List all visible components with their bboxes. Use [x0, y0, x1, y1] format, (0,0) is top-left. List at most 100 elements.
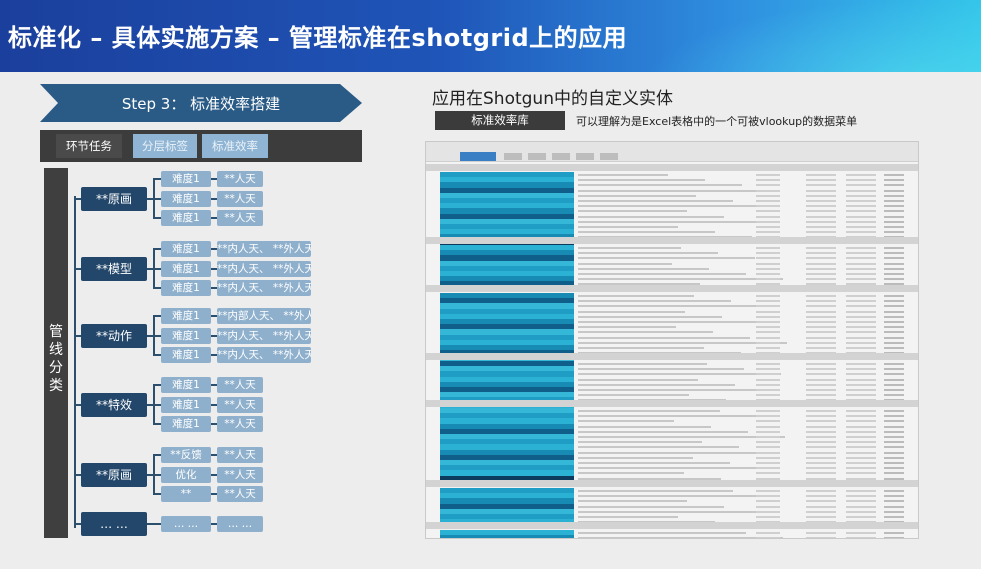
cell-col2 — [756, 368, 780, 371]
cell-col4 — [846, 341, 876, 344]
cell-col3 — [806, 368, 836, 371]
man-day-pill[interactable]: **人天 — [217, 486, 263, 502]
cell-col4 — [846, 189, 876, 192]
difficulty-pill[interactable]: 难度1 — [161, 416, 211, 432]
sheet-row[interactable] — [426, 535, 918, 538]
cell-col2 — [756, 273, 780, 275]
difficulty-pill[interactable]: **反馈 — [161, 447, 211, 463]
category-node[interactable]: **原画 — [81, 462, 147, 487]
sheet-chip[interactable] — [528, 153, 546, 160]
difficulty-pill[interactable]: 难度1 — [161, 377, 211, 393]
cell-col2 — [756, 262, 780, 265]
man-day-pill[interactable]: **内人天、 **外人天 — [217, 347, 311, 363]
man-day-pill[interactable]: **人天 — [217, 447, 263, 463]
sheet-chip[interactable] — [576, 153, 594, 160]
difficulty-pill[interactable]: 难度1 — [161, 347, 211, 363]
man-day-pill[interactable]: … … — [217, 516, 263, 532]
man-day-pill[interactable]: **人天 — [217, 416, 263, 432]
difficulty-pill[interactable]: 难度1 — [161, 260, 211, 277]
cell-col2 — [756, 378, 780, 381]
man-day-pill[interactable]: **人天 — [217, 396, 263, 413]
cell-col2 — [756, 331, 780, 334]
difficulty-pill[interactable]: 难度1 — [161, 190, 211, 207]
difficulty-pill[interactable]: 难度1 — [161, 327, 211, 344]
category-node[interactable]: **模型 — [81, 256, 147, 281]
cell-txt — [578, 368, 744, 371]
difficulty-pill[interactable]: 难度1 — [161, 280, 211, 296]
cell-col2 — [756, 189, 780, 192]
cell-col4 — [846, 500, 876, 503]
difficulty-pill[interactable]: 难度1 — [161, 396, 211, 413]
cell-txt — [578, 257, 755, 260]
tab-layer-tag[interactable]: 分层标签 — [133, 134, 197, 158]
tab-standard-efficiency[interactable]: 标准效率 — [202, 134, 268, 158]
cell-col4 — [846, 505, 876, 508]
cell-col3 — [806, 262, 836, 265]
cell-col3 — [806, 310, 836, 313]
category-node[interactable]: **原画 — [81, 186, 147, 211]
man-day-pill[interactable]: **内人天、 **外人天 — [217, 241, 311, 257]
sheet-chip[interactable] — [552, 153, 570, 160]
man-day-pill[interactable]: **内人天、 **外人天 — [217, 280, 311, 296]
cell-col5 — [884, 331, 904, 334]
cell-col2 — [756, 295, 780, 297]
cell-col3 — [806, 331, 836, 334]
cell-col5 — [884, 184, 904, 187]
step-label: Step 3： 标准效率搭建 — [121, 95, 281, 113]
category-node[interactable]: **特效 — [81, 392, 147, 417]
cell-col5 — [884, 383, 904, 386]
man-day-pill[interactable]: **人天 — [217, 466, 263, 483]
sheet-group-header — [426, 480, 918, 487]
cell-col2 — [756, 441, 780, 444]
cell-col3 — [806, 210, 836, 213]
cell-col4 — [846, 200, 876, 202]
category-node[interactable]: **动作 — [81, 323, 147, 348]
header-banner: 标准化 – 具体实施方案 – 管理标准在shotgrid上的应用 — [0, 0, 981, 72]
cell-col2 — [756, 252, 780, 255]
cell-col2 — [756, 516, 780, 518]
cell-col5 — [884, 267, 904, 270]
cell-col4 — [846, 532, 876, 534]
cell-col4 — [846, 179, 876, 182]
cell-txt — [578, 252, 718, 255]
sheet-chip[interactable] — [600, 153, 618, 160]
sheet-chip[interactable] — [504, 153, 522, 160]
cell-col3 — [806, 184, 836, 187]
tab-task[interactable]: 环节任务 — [56, 134, 122, 158]
cell-txt — [578, 420, 674, 423]
man-day-pill[interactable]: **人天 — [217, 377, 263, 393]
man-day-pill[interactable]: **内人天、 **外人天 — [217, 327, 311, 344]
difficulty-pill[interactable]: 难度1 — [161, 171, 211, 187]
shotgun-entity-sheet — [425, 141, 919, 539]
man-day-pill[interactable]: **人天 — [217, 210, 263, 226]
difficulty-pill[interactable]: 优化 — [161, 466, 211, 483]
cell-col5 — [884, 300, 904, 303]
man-day-pill[interactable]: **人天 — [217, 190, 263, 207]
difficulty-pill[interactable]: 难度1 — [161, 210, 211, 226]
man-day-pill[interactable]: **内人天、 **外人天 — [217, 260, 311, 277]
cell-col3 — [806, 441, 836, 444]
cell-col5 — [884, 252, 904, 255]
man-day-pill[interactable]: **人天 — [217, 171, 263, 187]
tree-connector — [74, 197, 81, 200]
difficulty-pill[interactable]: 难度1 — [161, 241, 211, 257]
cell-col4 — [846, 420, 876, 423]
cell-txt — [578, 410, 720, 412]
cell-col2 — [756, 310, 780, 313]
cell-col2 — [756, 472, 780, 475]
cell-col3 — [806, 410, 836, 412]
cell-col4 — [846, 262, 876, 265]
cell-col2 — [756, 257, 780, 260]
difficulty-pill[interactable]: ** — [161, 486, 211, 502]
man-day-pill[interactable]: **内部人天、 **外人天 — [217, 308, 311, 324]
leaf-connector — [153, 423, 161, 425]
category-node[interactable]: … … — [81, 512, 147, 536]
difficulty-pill[interactable]: 难度1 — [161, 308, 211, 324]
cell-col2 — [756, 210, 780, 213]
sheet-group-header — [426, 164, 918, 171]
cell-txt — [578, 532, 746, 534]
leaf-connector — [153, 334, 161, 337]
sheet-active-button[interactable] — [460, 152, 496, 161]
difficulty-pill[interactable]: … … — [161, 516, 211, 532]
standard-library-badge: 标准效率库 — [435, 111, 565, 130]
